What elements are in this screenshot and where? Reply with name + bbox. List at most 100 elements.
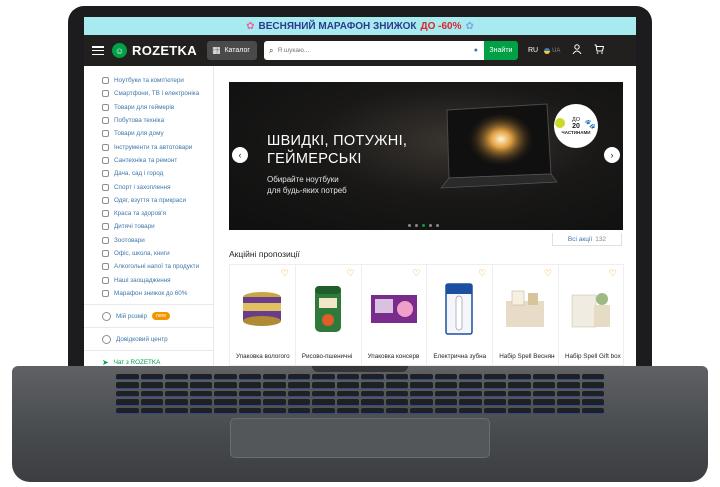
keyboard-key [434, 399, 457, 406]
sidebar-category-item[interactable]: Марафон знижок до 60% [102, 287, 213, 300]
category-label: Одяг, взуття та прикраси [114, 196, 186, 204]
product-card[interactable]: ♡ Рисово-пшеничні [294, 264, 361, 366]
sidebar-category-item[interactable]: Товари для дому [102, 127, 213, 140]
product-card[interactable]: ♡ Упаковка консерв [360, 264, 427, 366]
search-input[interactable] [277, 47, 458, 54]
keyboard-key [238, 407, 261, 414]
keyboard-key [508, 407, 531, 414]
slider-dot[interactable] [415, 224, 418, 227]
lang-ua[interactable]: UA [544, 47, 560, 54]
slider-next-button[interactable]: › [604, 147, 620, 163]
keyboard-key [140, 390, 163, 398]
category-label: Спорт і захоплення [114, 183, 171, 191]
category-label: Краса та здоров'я [114, 210, 167, 218]
product-name[interactable]: Набір Spell Gift box Ii [565, 353, 621, 360]
slider-dot[interactable] [436, 224, 439, 227]
sidebar-category-item[interactable]: Побутова техніка [102, 114, 213, 127]
keyboard-key [508, 390, 531, 398]
slider-dot[interactable] [422, 224, 425, 227]
sidebar-category-item[interactable]: Офіс, школа, книги [102, 247, 213, 260]
sidebar-category-item[interactable]: Краса та здоров'я [102, 207, 213, 220]
slider-dot[interactable] [429, 224, 432, 227]
heart-icon[interactable]: ♡ [609, 268, 617, 279]
product-image[interactable] [303, 283, 353, 335]
chat-link[interactable]: ➤ Чат з ROZETKA [102, 355, 213, 366]
sidebar-category-item[interactable]: Смартфони, ТВ і електроніка [102, 87, 213, 100]
category-label: Дитячі товари [114, 223, 155, 231]
hero-slider[interactable]: ШВИДКІ, ПОТУЖНІ, ГЕЙМЕРСЬКІ Обирайте ноу… [229, 82, 623, 230]
product-card[interactable]: ♡ Набір Spell Весняне [492, 264, 558, 366]
keyboard-key [214, 390, 237, 398]
hero-subtitle: Обирайте ноутбуки для будь-яких потреб [267, 174, 347, 196]
sidebar-category-item[interactable]: Наші заощадження [102, 273, 213, 286]
product-image[interactable] [434, 283, 484, 335]
product-card[interactable]: ♡ Набір Spell Gift box Ii [557, 264, 624, 366]
sidebar-category-item[interactable]: Товари для геймерів [102, 101, 213, 114]
sidebar-category-item[interactable]: Алкогольні напої та продукти [102, 260, 213, 273]
sidebar-category-item[interactable]: Інструменти та автотовари [102, 140, 213, 153]
product-image[interactable] [500, 283, 550, 335]
keyboard-key [165, 382, 188, 389]
divider [84, 304, 214, 306]
keyboard-key [581, 390, 604, 398]
category-label: Товари для геймерів [114, 103, 175, 111]
product-name[interactable]: Набір Spell Весняне [499, 353, 555, 360]
my-size-link[interactable]: Мій розмір new [102, 309, 213, 323]
category-icon [102, 90, 109, 98]
sidebar-category-item[interactable]: Ноутбуки та комп'ютери [102, 74, 213, 87]
sidebar-category-item[interactable]: Зоотовари [102, 234, 213, 247]
sidebar-category-item[interactable]: Дитячі товари [102, 220, 213, 233]
product-card[interactable]: ♡ Упаковка вологого [229, 264, 295, 366]
logo-icon[interactable]: ☺ [112, 43, 127, 58]
keyboard-key [263, 382, 286, 389]
keyboard-key [581, 399, 604, 406]
sidebar-category-item[interactable]: Сантехніка та ремонт [102, 154, 213, 167]
product-name[interactable]: Упаковка консерв [368, 353, 424, 360]
heart-icon[interactable]: ♡ [544, 268, 552, 279]
keyboard-key [312, 390, 335, 398]
product-image[interactable] [237, 283, 287, 335]
keyboard-key [263, 407, 286, 414]
heart-icon[interactable]: ♡ [478, 268, 486, 279]
sidebar-category-item[interactable]: Дача, сад і город [102, 167, 213, 180]
heart-icon[interactable]: ♡ [281, 268, 289, 279]
keyboard-key [336, 374, 359, 381]
product-card[interactable]: ♡ Електрична зубна [426, 264, 493, 366]
divider [84, 350, 214, 352]
catalog-button[interactable]: ▦ Каталог [206, 41, 257, 60]
slider-dot[interactable] [408, 224, 411, 227]
keyboard-key [459, 382, 482, 389]
category-label: Зоотовари [114, 236, 145, 244]
heart-icon[interactable]: ♡ [412, 268, 420, 279]
product-image[interactable] [369, 283, 419, 335]
product-image[interactable] [566, 283, 616, 335]
keyboard-key [238, 390, 261, 398]
sidebar-category-item[interactable]: Спорт і захоплення [102, 180, 213, 193]
promo-banner[interactable]: ✿ ВЕСНЯНИЙ МАРАФОН ЗНИЖОК ДО -60% ✿ [84, 17, 636, 35]
logo[interactable]: ROZETKA [132, 43, 197, 58]
product-name[interactable]: Упаковка вологого [236, 353, 292, 360]
all-actions-link[interactable]: Всі акції 132 [552, 233, 622, 246]
keyboard-key [557, 390, 580, 398]
keyboard-key [116, 382, 139, 389]
microphone-icon[interactable]: ● [474, 47, 478, 54]
keyboard-key [483, 374, 506, 381]
keyboard-key [287, 390, 310, 398]
product-name[interactable]: Електрична зубна [433, 353, 489, 360]
category-list: Ноутбуки та комп'ютери Смартфони, ТВ і ел… [102, 74, 213, 300]
sidebar-category-item[interactable]: Одяг, взуття та прикраси [102, 194, 213, 207]
hero-subtitle-line: для будь-яких потреб [267, 186, 347, 195]
category-label: Товари для дому [114, 130, 164, 138]
user-icon[interactable] [572, 44, 582, 57]
keyboard-key [581, 382, 604, 389]
slider-prev-button[interactable]: ‹ [232, 147, 248, 163]
keyboard-key [410, 374, 433, 381]
slider-dots [408, 224, 439, 227]
menu-icon[interactable] [92, 46, 104, 55]
lang-ru[interactable]: RU [528, 47, 538, 54]
cart-icon[interactable] [594, 44, 605, 57]
heart-icon[interactable]: ♡ [347, 268, 355, 279]
product-name[interactable]: Рисово-пшеничні [302, 353, 358, 360]
search-button[interactable]: Знайти [483, 41, 518, 60]
help-center-link[interactable]: Довідковий центр [102, 332, 213, 346]
